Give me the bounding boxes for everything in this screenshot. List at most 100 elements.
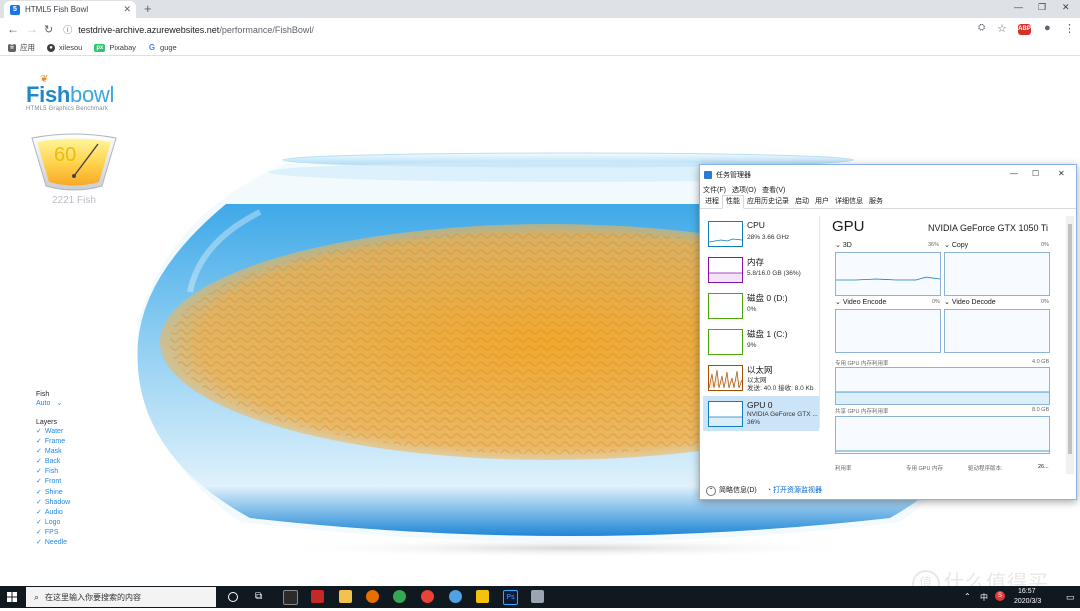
tab-users[interactable]: 用户: [812, 196, 832, 208]
bookmark-guge[interactable]: G guge: [148, 43, 177, 52]
resource-disk-0[interactable]: 磁盘 0 (D:) 0%: [703, 288, 819, 323]
adblock-extension-icon[interactable]: ABP: [1018, 24, 1031, 35]
resource-cpu[interactable]: CPU 28% 3.66 GHz: [703, 216, 819, 251]
resource-stat-detail: 36%: [747, 419, 761, 426]
engine-3d-select[interactable]: ⌄ 3D: [835, 241, 852, 249]
gpu-heading: GPU: [832, 218, 865, 235]
layer-toggle-frame[interactable]: ✓ Frame: [36, 437, 70, 447]
tab-details[interactable]: 详细信息: [832, 196, 866, 208]
resource-monitor-icon: ◔: [766, 487, 771, 494]
translate-icon[interactable]: ⛭: [978, 22, 985, 33]
menu-icon[interactable]: ⋮: [1064, 22, 1075, 35]
close-icon[interactable]: ✕: [1058, 169, 1065, 178]
brief-info-label: 简略信息(D): [719, 486, 757, 494]
baidu-netdisk-icon[interactable]: [449, 590, 462, 603]
bookmark-xilesou[interactable]: ● xilesou: [47, 43, 82, 52]
task-manager-icon: [704, 170, 712, 179]
ime-indicator[interactable]: 中: [980, 592, 988, 603]
layer-toggle-back[interactable]: ✓ Back: [36, 457, 70, 467]
layer-toggle-fish[interactable]: ✓ Fish: [36, 467, 70, 477]
account-icon[interactable]: ●: [1044, 22, 1051, 34]
address-bar[interactable]: ↻ ⓘ testdrive-archive.azurewebsites.net /…: [44, 23, 314, 36]
layer-toggle-logo[interactable]: ✓ Logo: [36, 518, 70, 528]
info-icon[interactable]: ⓘ: [63, 23, 72, 36]
tab-startup[interactable]: 启动: [792, 196, 812, 208]
maximize-icon[interactable]: ☐: [1032, 169, 1039, 178]
shared-memory-graph: [835, 416, 1050, 454]
tab-services[interactable]: 服务: [866, 196, 886, 208]
reload-icon[interactable]: ↻: [44, 23, 53, 36]
tray-chevron-icon[interactable]: ⌃: [964, 592, 971, 601]
close-window-icon[interactable]: ✕: [1062, 2, 1070, 13]
layer-toggle-water[interactable]: ✓ Water: [36, 427, 70, 437]
task-manager-title: 任务管理器: [716, 171, 751, 179]
app-icon-1[interactable]: [283, 590, 298, 605]
notification-icon[interactable]: ▭: [1066, 592, 1075, 603]
tab-performance[interactable]: 性能: [722, 195, 744, 209]
bookmark-pixabay[interactable]: px Pixabay: [94, 43, 136, 52]
resource-memory[interactable]: 内存 5.8/16.0 GB (36%): [703, 252, 819, 287]
layer-toggle-front[interactable]: ✓ Front: [36, 477, 70, 487]
tab-app-history[interactable]: 应用历史记录: [744, 196, 792, 208]
back-icon[interactable]: ←: [7, 22, 19, 36]
scrollbar-thumb[interactable]: [1068, 224, 1072, 454]
menu-options[interactable]: 选项(O): [732, 185, 756, 195]
task-view-icon[interactable]: ⧉: [255, 591, 268, 604]
task-manager-taskbar-icon[interactable]: [531, 590, 544, 603]
layer-toggle-mask[interactable]: ✓ Mask: [36, 447, 70, 457]
photoshop-icon[interactable]: Ps: [503, 590, 518, 605]
clock-time[interactable]: 16:57: [1018, 588, 1036, 595]
open-resource-monitor-link[interactable]: ◔ 打开资源监视器: [767, 485, 822, 495]
taskbar-search[interactable]: ⌕ 在这里输入你要搜索的内容: [26, 587, 216, 607]
file-explorer-icon[interactable]: [339, 590, 352, 603]
layer-toggle-audio[interactable]: ✓ Audio: [36, 508, 70, 518]
firefox-icon[interactable]: [366, 590, 379, 603]
chrome-icon[interactable]: [393, 590, 406, 603]
layer-label: Back: [44, 458, 61, 466]
resource-stat: 28% 3.66 GHz: [747, 234, 790, 241]
layer-label: FPS: [44, 528, 59, 536]
start-button[interactable]: [0, 586, 24, 608]
app-icon-2[interactable]: [311, 590, 324, 603]
fps-value: 60: [54, 144, 77, 166]
engine-video-decode-select[interactable]: ⌄ Video Decode: [944, 298, 996, 306]
engine-video-encode-select[interactable]: ⌄ Video Encode: [835, 298, 886, 306]
clock-date[interactable]: 2020/3/3: [1014, 598, 1041, 605]
resource-name: 磁盘 1 (C:): [747, 329, 788, 339]
new-tab-button[interactable]: +: [144, 1, 152, 16]
bookmark-star-icon[interactable]: ☆: [997, 22, 1007, 35]
logo-text-fish: Fish: [26, 82, 71, 107]
layer-toggle-fps[interactable]: ✓ FPS: [36, 528, 70, 538]
check-icon: ✓: [36, 468, 42, 476]
tab-close-icon[interactable]: ✕: [123, 4, 131, 15]
cortana-icon[interactable]: [228, 592, 238, 602]
scrollbar[interactable]: [1066, 216, 1074, 474]
notes-icon[interactable]: [476, 590, 489, 603]
resource-disk-1[interactable]: 磁盘 1 (C:) 9%: [703, 324, 819, 359]
layer-toggle-shine[interactable]: ✓ Shine: [36, 488, 70, 498]
menu-view[interactable]: 查看(V): [762, 185, 785, 195]
layer-toggle-shadow[interactable]: ✓ Shadow: [36, 498, 70, 508]
chrome-canary-icon[interactable]: [421, 590, 434, 603]
task-manager-titlebar[interactable]: 任务管理器: [700, 165, 1076, 184]
divider: [819, 216, 820, 428]
apps-grid-icon: ⠿: [8, 43, 16, 52]
engine-copy-select[interactable]: ⌄ Copy: [944, 241, 968, 249]
minimize-icon[interactable]: —: [1010, 169, 1018, 178]
engine-percent: 0%: [1041, 299, 1049, 305]
tab-processes[interactable]: 进程: [702, 196, 722, 208]
resource-gpu-0[interactable]: GPU 0 NVIDIA GeForce GTX ... 36%: [703, 396, 819, 431]
browser-tab[interactable]: 5 HTML5 Fish Bowl ✕: [4, 1, 136, 18]
minimize-icon[interactable]: —: [1014, 2, 1023, 12]
sogou-ime-icon[interactable]: S: [995, 591, 1005, 601]
brief-info-button[interactable]: ⌃ 简略信息(D): [706, 485, 757, 496]
disk1-thumbnail: [708, 329, 743, 355]
layer-toggle-needle[interactable]: ✓ Needle: [36, 538, 70, 548]
bookmark-apps[interactable]: ⠿ 应用: [8, 42, 35, 53]
forward-icon[interactable]: →: [26, 22, 38, 36]
restore-icon[interactable]: ❐: [1038, 2, 1046, 13]
menu-file[interactable]: 文件(F): [703, 185, 726, 195]
windows-taskbar: ⌕ 在这里输入你要搜索的内容 ⧉ Ps ⌃ 中 S 16:57 2020/3/3…: [0, 586, 1080, 608]
resource-ethernet[interactable]: 以太网 以太网 发送: 40.0 接收: 8.0 Kb: [703, 360, 819, 395]
fish-count-select[interactable]: Auto ⌄: [36, 399, 70, 407]
